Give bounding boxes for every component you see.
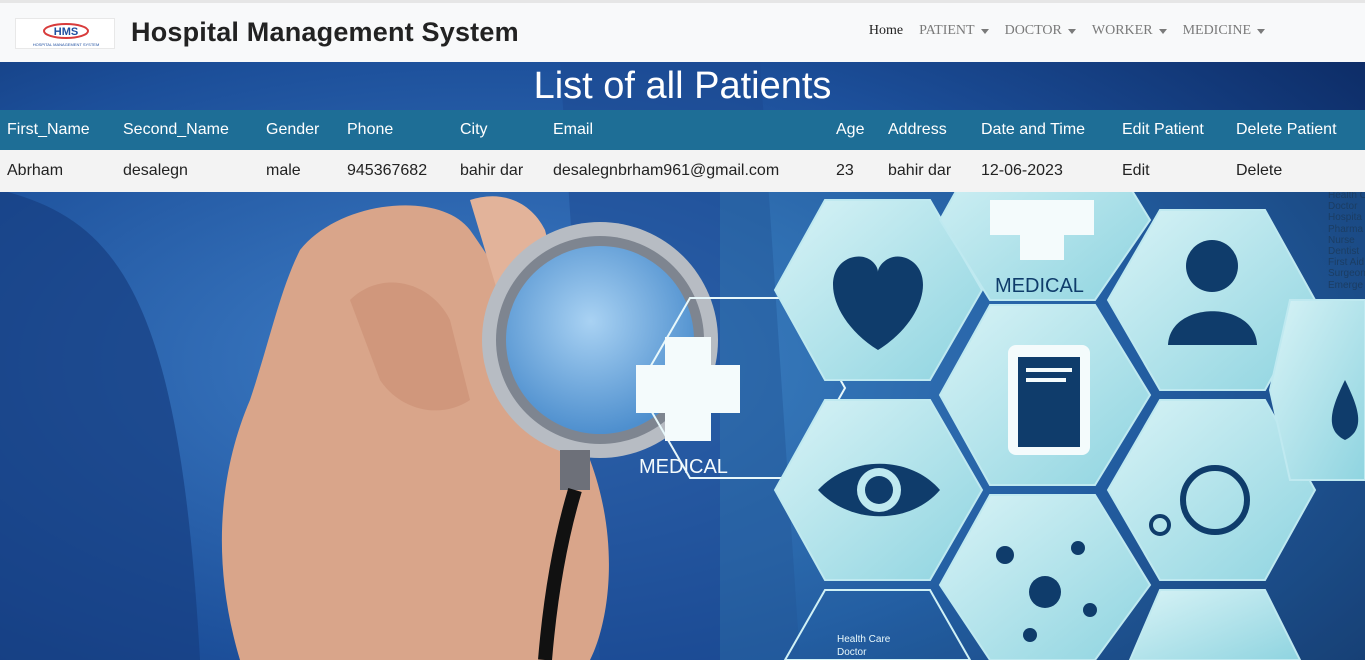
caret-down-icon [1257,28,1265,34]
cell-first-name: Abrham [7,162,64,179]
brand-title[interactable]: Hospital Management System [131,17,519,48]
column-header: Date and Time [981,121,1086,138]
bottom-list: Health Care Doctor [837,633,890,659]
nav-worker-dropdown[interactable]: WORKER [1084,23,1175,39]
cell-date-time: 12-06-2023 [981,162,1063,179]
nav-worker-label: WORKER [1091,23,1153,38]
column-header: Delete Patient [1236,121,1337,138]
side-list-item: Dentist [1328,246,1360,258]
cell-city: bahir dar [460,162,524,179]
logo-text: HMS [54,26,78,38]
column-header: Email [553,121,594,138]
side-list-item: Hospita [1328,212,1362,224]
column-header: City [460,121,488,138]
cell-email: desalegnbrham961@gmail.com [553,162,780,179]
patients-table: First_Name Second_Name Gender Phone City… [0,110,1365,192]
column-header: Phone [347,121,394,138]
cell-second-name: desalegn [123,162,188,179]
navbar: HMS HOSPITAL MANAGEMENT SYSTEM Hospital … [0,0,1365,62]
main-nav: Home PATIENT DOCTOR WORKER MEDICINE [861,23,1273,39]
table-row: Abrham desalegn male 945367682 bahir dar… [0,150,1365,192]
logo[interactable]: HMS HOSPITAL MANAGEMENT SYSTEM [15,18,115,49]
cell-gender: male [266,162,301,179]
column-header: Second_Name [123,121,229,138]
caret-down-icon [980,28,989,34]
side-list-item: Emerge [1328,279,1364,291]
nav-medicine-label: MEDICINE [1182,23,1251,38]
side-list-item: Doctor [1328,201,1358,213]
side-list-item: Nurse [1328,234,1355,246]
hex-label: MEDICAL [995,275,1084,297]
cell-phone: 945367682 [347,162,428,179]
nav-doctor-label: DOCTOR [1004,23,1062,38]
caret-down-icon [1158,28,1167,34]
nav-doctor-dropdown[interactable]: DOCTOR [997,23,1084,39]
side-list-item: First Aid [1328,257,1365,269]
column-header: Address [888,121,947,138]
edit-patient-link[interactable]: Edit [1115,150,1229,192]
hex-label: MEDICAL [639,456,728,478]
cell-address: bahir dar [888,162,952,179]
side-list-item: Surgeon [1328,268,1365,280]
page-title: List of all Patients [533,65,832,107]
hms-logo-icon: HMS HOSPITAL MANAGEMENT SYSTEM [33,23,100,47]
logo-subtext: HOSPITAL MANAGEMENT SYSTEM [33,42,100,47]
bottom-list-item: Doctor [837,647,867,658]
column-header: Age [836,121,865,138]
nav-patient-dropdown[interactable]: PATIENT [911,23,997,39]
column-header: Gender [266,121,320,138]
table-header-row: First_Name Second_Name Gender Phone City… [0,110,1365,150]
column-header: Edit Patient [1122,121,1204,138]
cell-age: 23 [836,162,854,179]
nav-home-label: Home [868,23,904,38]
bottom-list-item: Health Care [837,634,891,645]
nav-medicine-dropdown[interactable]: MEDICINE [1175,23,1273,39]
column-header: First_Name [7,121,90,138]
nav-home[interactable]: Home [861,23,911,39]
delete-patient-link[interactable]: Delete [1229,150,1365,192]
side-list-item: Pharma [1328,223,1364,235]
nav-patient-label: PATIENT [919,23,975,38]
caret-down-icon [1067,28,1076,34]
side-list: Health C Doctor Hospita Pharma Nurse Den… [1328,190,1365,291]
